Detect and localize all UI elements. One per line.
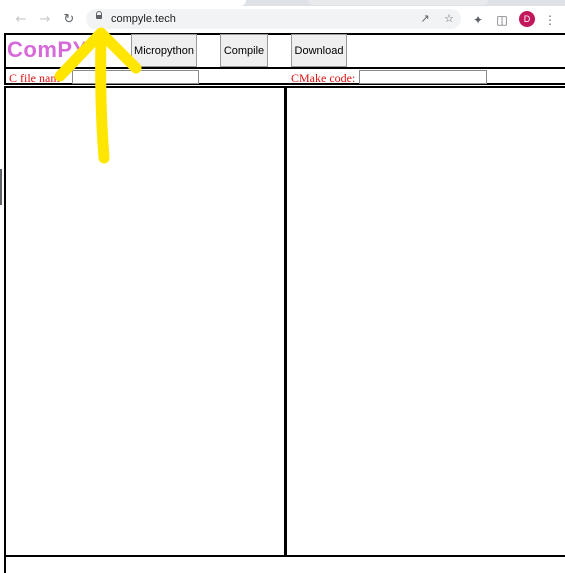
forward-icon[interactable]: → [37, 13, 53, 27]
download-button[interactable]: Download [291, 34, 347, 67]
sidepanel-icon[interactable]: ◫ [494, 12, 510, 28]
cmake-code-label: CMake code: [291, 71, 356, 85]
micropython-button[interactable]: Micropython [131, 34, 197, 67]
share-icon[interactable]: ↗ [418, 12, 432, 26]
cmake-code-input[interactable] [359, 70, 487, 84]
left-edge-rule [0, 169, 2, 205]
lock-icon[interactable] [96, 11, 102, 19]
compile-button[interactable]: Compile [220, 34, 268, 67]
menu-icon[interactable]: ⋮ [542, 12, 558, 28]
fields-row: C file nam CMake code: [4, 67, 565, 85]
page-content: ComPY Micropython Compile Download C fil… [0, 33, 565, 573]
star-icon[interactable]: ☆ [442, 12, 456, 26]
app-header [4, 33, 565, 67]
back-icon[interactable]: ← [13, 13, 29, 27]
profile-avatar[interactable]: D [519, 11, 535, 27]
app-logo: ComPY [7, 37, 88, 62]
cmake-code-editor[interactable] [285, 86, 565, 557]
reload-icon[interactable]: ↻ [61, 13, 77, 27]
footer-bar [4, 555, 565, 573]
c-code-editor[interactable] [4, 86, 286, 557]
c-file-name-label: C file nam [9, 71, 60, 85]
url-text[interactable]: compyle.tech [111, 12, 176, 26]
inactive-tab[interactable] [308, 0, 488, 5]
address-bar[interactable]: compyle.tech ↗ ☆ [86, 9, 461, 29]
c-file-name-input[interactable] [72, 70, 199, 84]
browser-toolbar: ← → ↻ compyle.tech ↗ ☆ ✦ ◫ D ⋮ [0, 6, 565, 33]
extensions-icon[interactable]: ✦ [470, 12, 486, 28]
